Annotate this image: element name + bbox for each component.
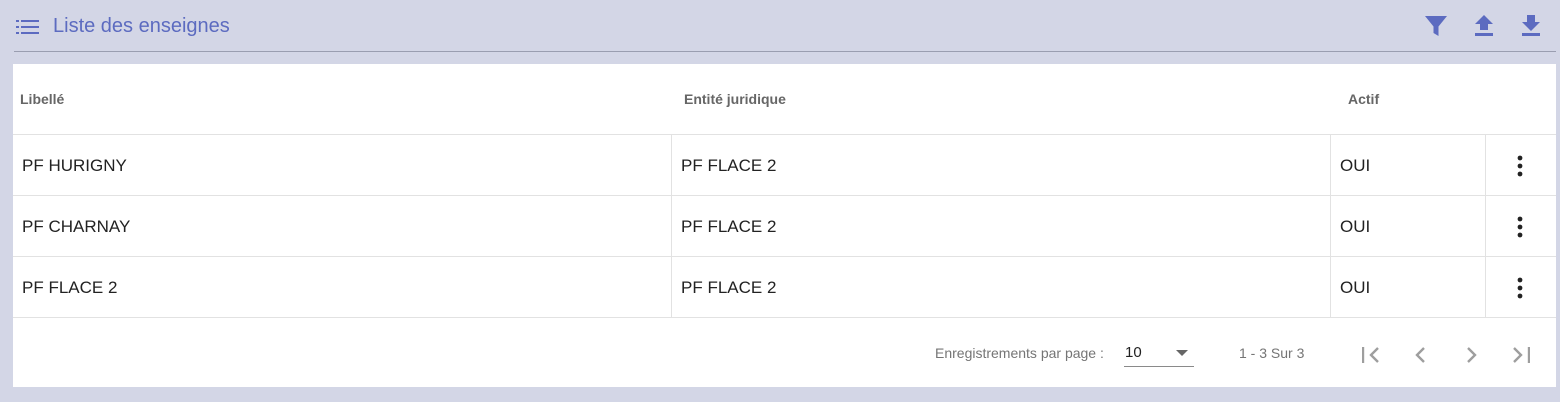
first-page-icon[interactable] — [1358, 342, 1384, 368]
last-page-icon[interactable] — [1508, 342, 1534, 368]
table-bottom-divider — [13, 317, 1556, 318]
enseignes-table-card: Libellé Entité juridique Actif PF HURIGN… — [13, 64, 1556, 387]
row-menu-button[interactable] — [1485, 135, 1555, 196]
cell-actif: OUI — [1340, 278, 1371, 297]
more-vert-icon — [1517, 277, 1523, 298]
download-icon[interactable] — [1519, 14, 1543, 38]
page-header: Liste des enseignes — [0, 0, 1560, 52]
table-row[interactable]: PF CHARNAY PF FLACE 2 OUI — [13, 195, 1556, 257]
column-header-libelle[interactable]: Libellé — [20, 91, 64, 107]
list-icon — [16, 20, 39, 34]
page-size-select[interactable]: 10 — [1124, 342, 1194, 367]
more-vert-icon — [1517, 216, 1523, 237]
table-row[interactable]: PF HURIGNY PF FLACE 2 OUI — [13, 134, 1556, 196]
dropdown-arrow-icon — [1176, 350, 1188, 356]
column-header-entite-juridique[interactable]: Entité juridique — [684, 91, 786, 107]
page-title: Liste des enseignes — [53, 15, 230, 37]
cell-actif: OUI — [1340, 217, 1371, 236]
filter-icon[interactable] — [1424, 14, 1448, 38]
table-row[interactable]: PF FLACE 2 PF FLACE 2 OUI — [13, 256, 1556, 318]
more-vert-icon — [1517, 155, 1523, 176]
next-page-icon[interactable] — [1458, 342, 1484, 368]
cell-entite-juridique: PF FLACE 2 — [681, 156, 777, 175]
cell-libelle: PF FLACE 2 — [22, 278, 118, 297]
page-size-value: 10 — [1125, 344, 1142, 361]
header-divider — [14, 51, 1556, 52]
cell-entite-juridique: PF FLACE 2 — [681, 217, 777, 236]
paginator-page-size-label: Enregistrements par page : — [935, 345, 1104, 361]
upload-icon[interactable] — [1472, 14, 1496, 38]
paginator-range-label: 1 - 3 Sur 3 — [1239, 345, 1305, 361]
row-menu-button[interactable] — [1485, 196, 1555, 257]
row-menu-button[interactable] — [1485, 257, 1555, 318]
column-header-actif[interactable]: Actif — [1348, 91, 1379, 107]
previous-page-icon[interactable] — [1408, 342, 1434, 368]
cell-entite-juridique: PF FLACE 2 — [681, 278, 777, 297]
cell-libelle: PF CHARNAY — [22, 217, 131, 236]
cell-actif: OUI — [1340, 156, 1371, 175]
cell-libelle: PF HURIGNY — [22, 156, 127, 175]
